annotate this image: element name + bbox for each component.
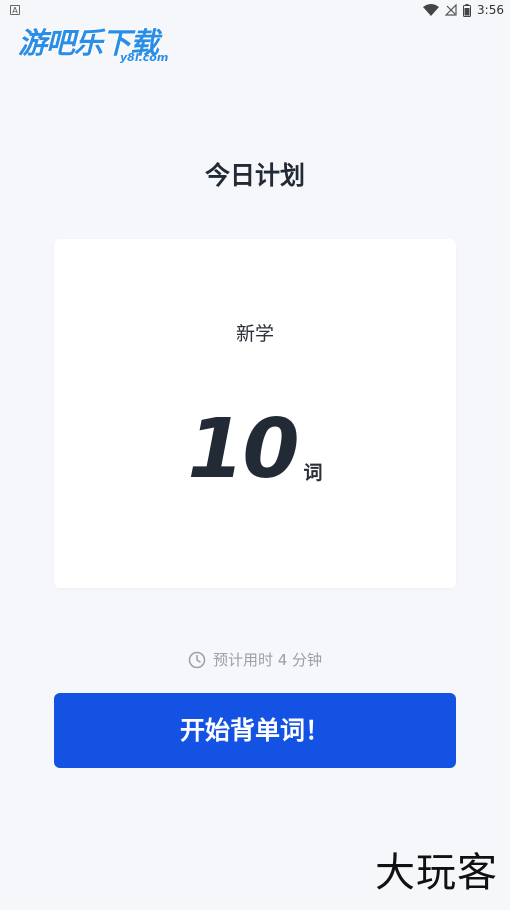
word-count: 10	[187, 402, 299, 497]
notification-icon: A	[10, 5, 20, 15]
status-icons: 3:56	[423, 3, 504, 17]
page-title: 今日计划	[204, 161, 305, 190]
wifi-icon	[423, 4, 440, 16]
clock-icon	[188, 651, 206, 669]
status-bar: A 3:56	[0, 0, 510, 22]
no-signal-icon	[445, 4, 457, 16]
site-logo: 游吧乐下载 y8l.com	[18, 20, 188, 70]
estimated-time: 预计用时 4 分钟	[0, 649, 510, 670]
new-words-label: 新学	[235, 323, 274, 345]
watermark-text: 大玩客	[375, 850, 498, 896]
word-count-row: 10 词	[54, 409, 456, 491]
start-learning-button[interactable]: 开始背单词！	[54, 693, 456, 768]
estimated-time-text: 预计用时 4 分钟	[212, 651, 323, 669]
logo-domain: y8l.com	[120, 51, 169, 64]
word-unit: 词	[303, 462, 323, 484]
battery-icon	[463, 3, 472, 17]
plan-card: 新学 10 词	[54, 239, 456, 588]
status-time: 3:56	[477, 3, 504, 17]
